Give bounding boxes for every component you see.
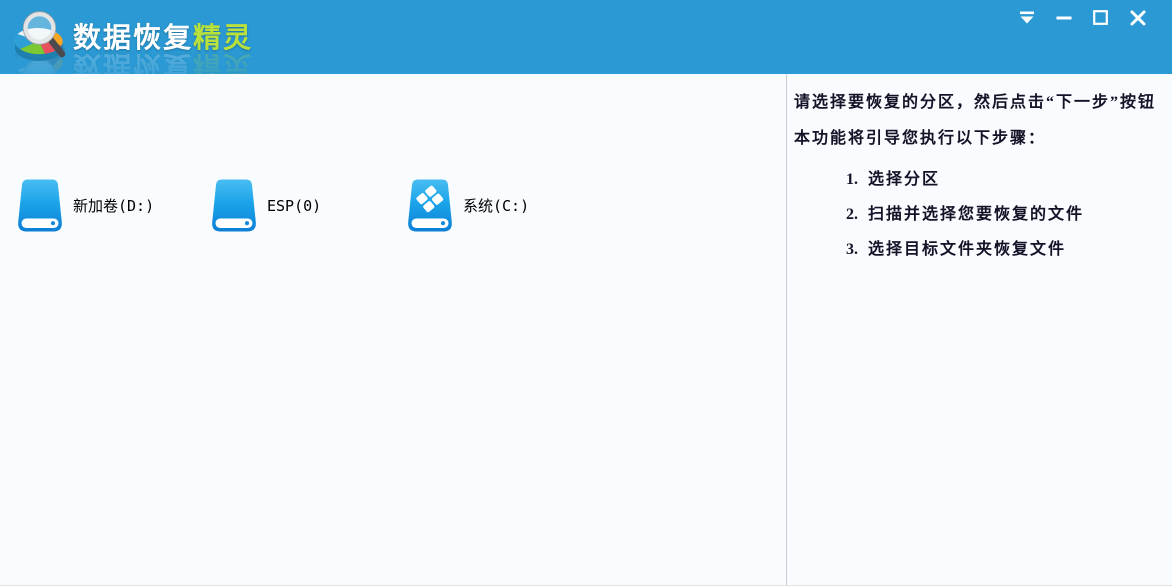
partition-label: 新加卷(D:): [73, 195, 154, 216]
brand: 数据恢复精灵: [12, 5, 253, 65]
app-title: 数据恢复精灵: [73, 16, 253, 56]
step-text: 扫描并选择您要恢复的文件: [868, 206, 1084, 223]
instruction-line-2: 本功能将引导您执行以下步骤：: [794, 128, 1162, 150]
window-controls: [1018, 9, 1146, 26]
partition-label: ESP(0): [267, 197, 321, 215]
maximize-icon: [1093, 10, 1108, 25]
step-item-2: 2. 扫描并选择您要恢复的文件: [846, 205, 1162, 225]
partition-list-area: 新加卷(D:) ESP(0) 系统(C:): [0, 74, 786, 585]
chevron-down-icon: [1019, 11, 1035, 25]
app-title-main: 数据恢复: [73, 21, 193, 54]
hard-drive-icon: [17, 179, 63, 232]
menu-button[interactable]: [1018, 9, 1035, 26]
step-item-1: 1. 选择分区: [846, 170, 1162, 190]
partition-label: 系统(C:): [463, 195, 529, 216]
partition-item-esp[interactable]: ESP(0): [211, 179, 321, 232]
step-item-3: 3. 选择目标文件夹恢复文件: [846, 240, 1162, 260]
title-bar: 数据恢复精灵: [0, 0, 1172, 74]
minimize-button[interactable]: [1055, 9, 1072, 26]
minimize-icon: [1056, 10, 1072, 26]
hard-drive-icon: [211, 179, 257, 232]
step-number: 3.: [846, 241, 858, 258]
close-icon: [1130, 10, 1146, 26]
close-button[interactable]: [1129, 9, 1146, 26]
step-text: 选择目标文件夹恢复文件: [868, 241, 1066, 258]
steps-list: 1. 选择分区 2. 扫描并选择您要恢复的文件 3. 选择目标文件夹恢复文件: [846, 170, 1162, 260]
partition-item-c[interactable]: 系统(C:): [407, 179, 529, 232]
step-text: 选择分区: [868, 171, 940, 188]
app-title-accent: 精灵: [193, 21, 253, 54]
instructions-panel: 请选择要恢复的分区，然后点击“下一步”按钮 本功能将引导您执行以下步骤： 1. 选…: [787, 74, 1172, 585]
step-number: 2.: [846, 206, 858, 223]
partition-item-d[interactable]: 新加卷(D:): [17, 179, 154, 232]
hard-drive-windows-icon: [407, 179, 453, 232]
instruction-line-1: 请选择要恢复的分区，然后点击“下一步”按钮: [794, 92, 1162, 114]
maximize-button[interactable]: [1092, 9, 1109, 26]
magnifier-piechart-logo-icon: [12, 5, 68, 65]
step-number: 1.: [846, 171, 858, 188]
